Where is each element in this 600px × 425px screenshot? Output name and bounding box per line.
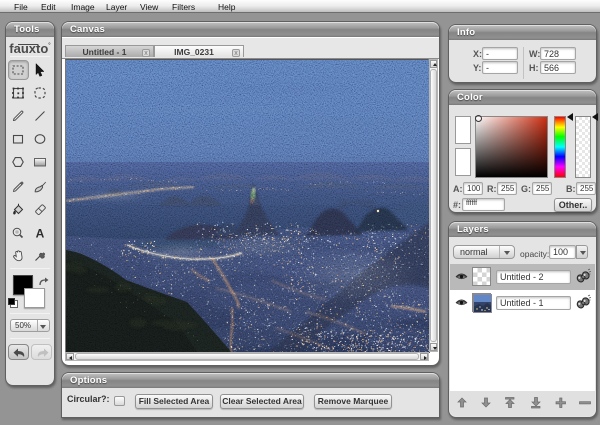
svg-text:A: A	[36, 226, 45, 240]
